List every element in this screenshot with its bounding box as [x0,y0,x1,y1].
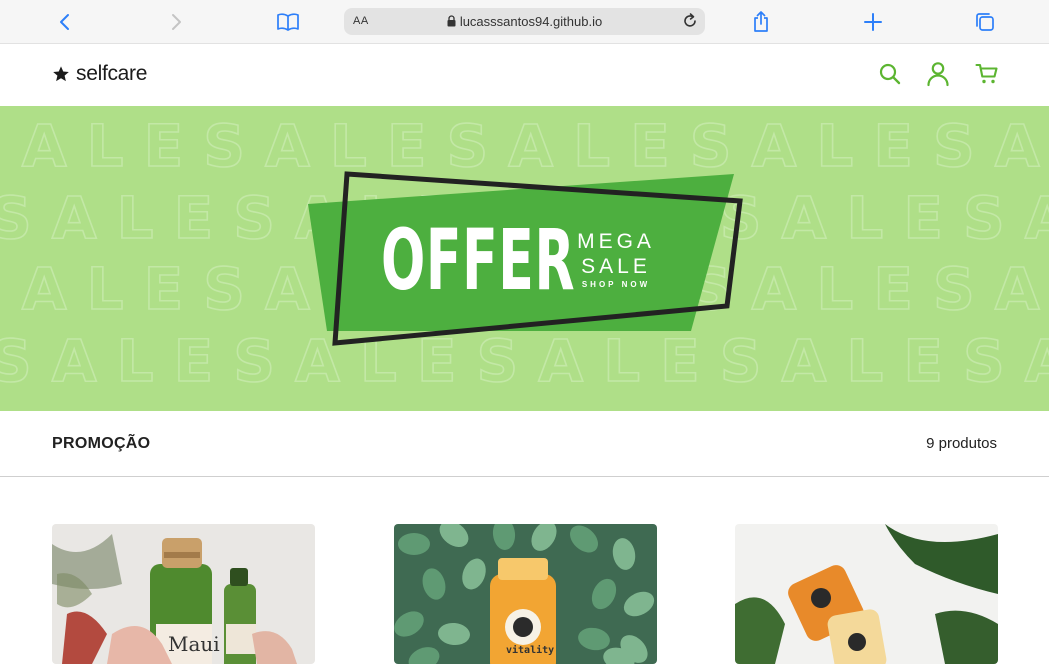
user-icon[interactable] [924,60,952,88]
offer-title: OFFER [381,211,576,309]
site-header: selfcare [0,45,1049,106]
product-card[interactable]: vitality [394,524,657,664]
product-image [394,524,657,664]
bookmarks-icon[interactable] [274,8,302,36]
cart-icon[interactable] [973,60,1001,88]
browser-toolbar: AA lucasssantos94.github.io [0,0,1049,44]
product-image [735,524,998,664]
section-title: PROMOÇÃO [52,435,151,452]
forward-icon[interactable] [162,8,190,36]
product-card[interactable] [735,524,998,664]
mega-text: MEGA [577,230,655,253]
shop-now-text: SHOP NOW [581,280,651,289]
sale-text: SALE [581,255,651,278]
search-icon[interactable] [876,60,904,88]
address-bar[interactable]: AA lucasssantos94.github.io [344,8,705,35]
product-label: Maui [168,632,220,656]
tabs-overview-icon[interactable] [971,8,999,36]
logo[interactable]: selfcare [52,62,147,86]
logo-text: selfcare [76,62,148,85]
section-header: PROMOÇÃO 9 produtos [0,411,1049,477]
share-icon[interactable] [747,8,775,36]
product-card[interactable]: Maui [52,524,315,664]
back-icon[interactable] [51,8,79,36]
product-count: 9 produtos [926,435,997,452]
reload-icon[interactable] [681,12,699,35]
star-icon [53,66,69,82]
url-text: lucasssantos94.github.io [459,14,603,29]
new-tab-icon[interactable] [859,8,887,36]
lock-icon [447,15,456,30]
promo-banner[interactable]: SALESALESALESALESALESALESALESALESALESALE… [0,106,1049,411]
product-label: vitality [506,645,555,656]
leaf-shape [398,533,430,555]
